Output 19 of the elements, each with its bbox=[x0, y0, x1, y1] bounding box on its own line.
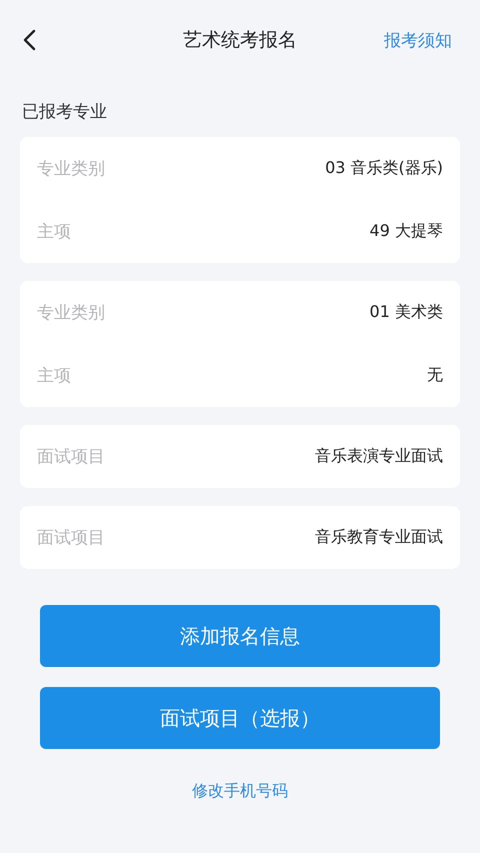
change-phone-link[interactable]: 修改手机号码 bbox=[192, 781, 288, 802]
field-label: 面试项目 bbox=[37, 527, 105, 549]
field-value: 音乐教育专业面试 bbox=[315, 527, 443, 548]
notice-link[interactable]: 报考须知 bbox=[384, 29, 452, 52]
field-value: 无 bbox=[427, 365, 443, 386]
field-value: 49 大提琴 bbox=[370, 221, 443, 242]
field-label: 主项 bbox=[37, 221, 71, 243]
action-button[interactable]: 面试项目（选报） bbox=[40, 687, 440, 749]
field-value: 03 音乐类(器乐) bbox=[325, 158, 443, 179]
back-icon[interactable] bbox=[22, 29, 36, 51]
page-title: 艺术统考报名 bbox=[183, 28, 297, 53]
field-label: 专业类别 bbox=[37, 158, 105, 180]
field-value: 01 美术类 bbox=[370, 302, 443, 323]
field-label: 主项 bbox=[37, 365, 71, 387]
field-label: 面试项目 bbox=[37, 446, 105, 468]
section-title: 已报考专业 bbox=[22, 101, 107, 123]
action-button[interactable]: 添加报名信息 bbox=[40, 605, 440, 667]
field-value: 音乐表演专业面试 bbox=[315, 446, 443, 467]
field-label: 专业类别 bbox=[37, 302, 105, 324]
